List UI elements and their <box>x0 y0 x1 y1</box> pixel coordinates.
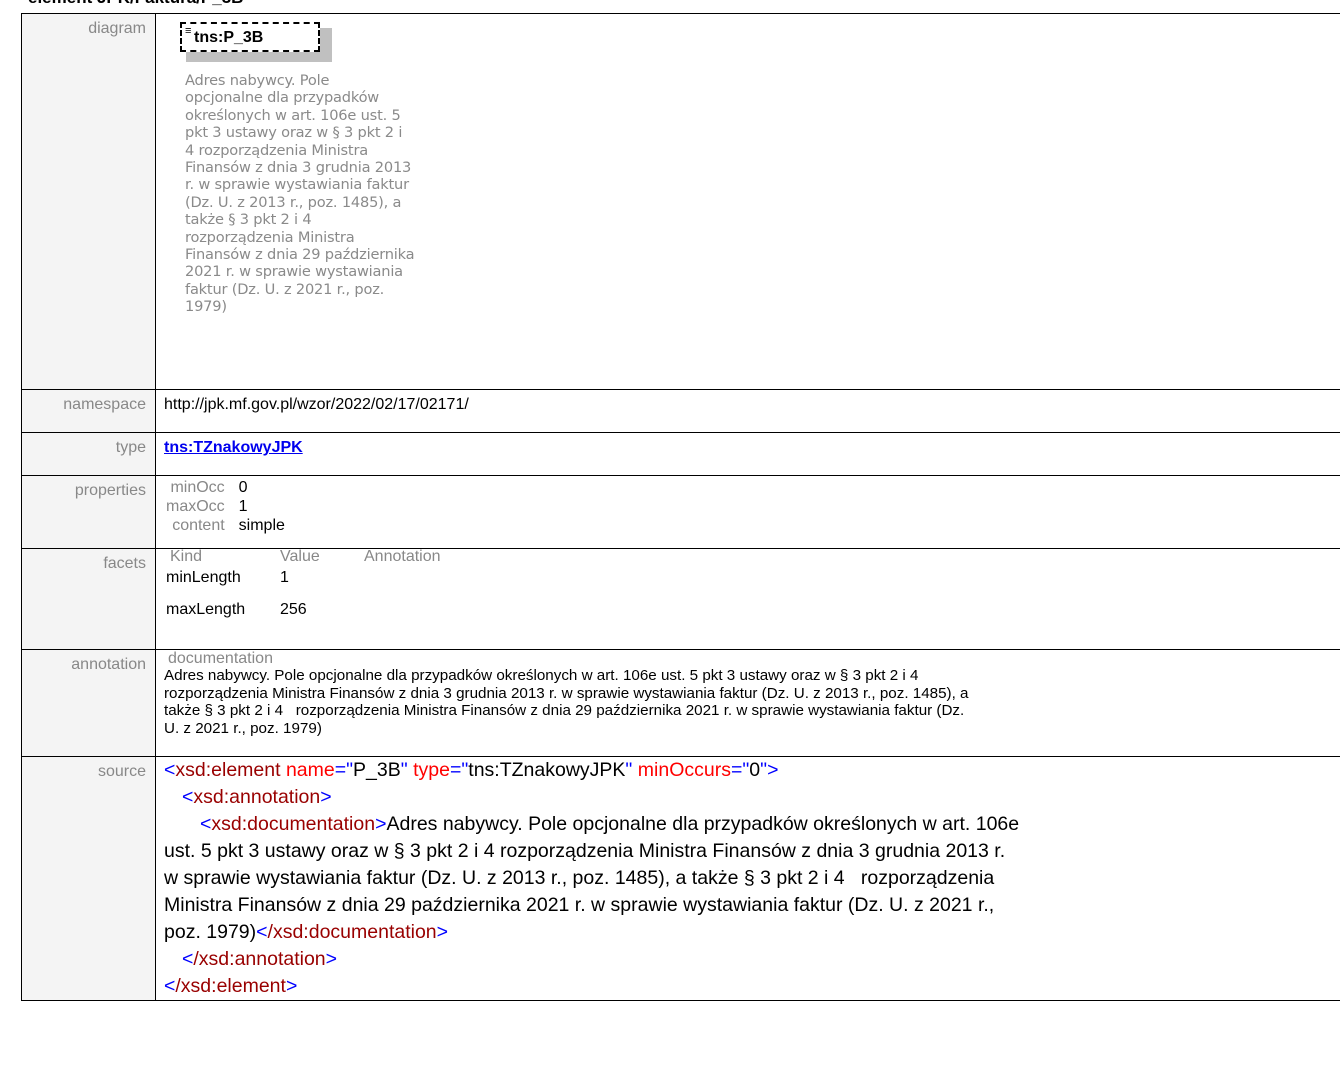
annotation-row: annotation documentation Adres nabywcy. … <box>21 649 1340 757</box>
source-line-element-open: <xsd:element name="P_3B" type="tns:TZnak… <box>164 759 779 781</box>
facets-table: Kind Value Annotation minLength 1 maxLen… <box>166 549 441 619</box>
source-documentation-block: <xsd:documentation>Adres nabywcy. Pole o… <box>164 811 1340 946</box>
diagram-doc-line: Adres nabywcy. Pole <box>185 72 330 89</box>
facet-row: minLength 1 <box>166 565 441 601</box>
source-cell: <xsd:element name="P_3B" type="tns:TZnak… <box>155 756 1340 1001</box>
source-line-annotation-open: <xsd:annotation> <box>182 786 332 808</box>
property-value: 0 <box>238 479 248 496</box>
page-heading: element JPK/Faktura/P_3B <box>28 0 243 8</box>
namespace-value: http://jpk.mf.gov.pl/wzor/2022/02/17/021… <box>164 396 469 413</box>
property-row: maxOcc 1 <box>166 497 285 516</box>
content-model-icon: ≡ <box>185 25 192 37</box>
property-value: simple <box>238 517 285 534</box>
annotation-label: annotation <box>21 649 156 757</box>
property-value: 1 <box>238 498 248 515</box>
diagram-doc-line: Finansów z dnia 3 grudnia 2013 <box>185 159 412 177</box>
property-name: content <box>172 517 225 534</box>
xml-tag: xsd:element <box>175 759 281 781</box>
source-doc-line: w sprawie wystawiania faktur (Dz. U. z 2… <box>164 867 995 889</box>
facet-value: 256 <box>280 601 307 618</box>
diagram-doc-line: także § 3 pkt 2 i 4 <box>185 211 312 229</box>
xml-tag: /xsd:element <box>175 975 286 997</box>
xml-attr: type <box>413 759 450 781</box>
xml-attr: name <box>285 759 335 781</box>
annotation-doc-line: także § 3 pkt 2 i 4 rozporządzenia Minis… <box>164 702 965 720</box>
xml-tag: xsd:documentation <box>211 813 376 835</box>
xml-value: tns:TZnakowyJPK <box>468 759 626 781</box>
diagram-doc-line: faktur (Dz. U. z 2021 r., poz. <box>185 280 385 298</box>
namespace-row: namespace http://jpk.mf.gov.pl/wzor/2022… <box>21 389 1340 433</box>
facet-header-kind: Kind <box>170 548 203 565</box>
type-label: type <box>21 432 156 476</box>
diagram-doc-line: rozporządzenia Ministra <box>185 228 355 246</box>
type-cell: tns:TZnakowyJPK <box>155 432 1340 476</box>
diagram-doc-line: 2021 r. w sprawie wystawiania <box>185 263 403 281</box>
diagram-doc-line: r. w sprawie wystawiania faktur <box>185 176 409 194</box>
source-row: source <xsd:element name="P_3B" type="tn… <box>21 756 1340 1001</box>
xml-tag: xsd:annotation <box>193 786 321 808</box>
diagram-doc-line: 1979) <box>185 298 227 316</box>
xml-tag: /xsd:annotation <box>193 948 326 970</box>
annotation-doc-line: rozporządzenia Ministra Finansów z dnia … <box>164 684 969 702</box>
facet-row: maxLength 256 <box>166 601 441 619</box>
annotation-doc-line: Adres nabywcy. Pole opcjonalne dla przyp… <box>164 667 919 684</box>
facet-header-value: Value <box>280 548 320 565</box>
diagram-row: diagram ≡ tns:P_3B Adres nabywcy. Pole o… <box>21 13 1340 390</box>
annotation-cell: documentation Adres nabywcy. Pole opcjon… <box>155 649 1340 757</box>
type-link[interactable]: tns:TZnakowyJPK <box>164 439 303 457</box>
diagram-doc-line: opcjonalne dla przypadków <box>185 89 380 107</box>
property-name: minOcc <box>170 479 225 496</box>
annotation-documentation: Adres nabywcy. Pole opcjonalne dla przyp… <box>164 667 1340 737</box>
element-box: ≡ tns:P_3B <box>180 22 320 52</box>
source-doc-line: Ministra Finansów z dnia 29 października… <box>164 894 995 916</box>
facets-row: facets Kind Value Annotation minLength 1… <box>21 548 1340 650</box>
diagram-documentation: Adres nabywcy. Pole opcjonalne dla przyp… <box>185 72 449 316</box>
diagram-doc-line: określonych w art. 106e ust. 5 <box>185 106 401 124</box>
diagram-label: diagram <box>21 13 156 390</box>
annotation-doc-line: U. z 2021 r., poz. 1979) <box>164 719 322 737</box>
source-doc-text: poz. 1979) <box>164 921 257 943</box>
diagram-doc-line: 4 rozporządzenia Ministra <box>185 141 368 159</box>
type-row: type tns:TZnakowyJPK <box>21 432 1340 476</box>
property-row: minOcc 0 <box>166 478 285 497</box>
facets-header-row: Kind Value Annotation <box>166 549 441 565</box>
properties-cell: minOcc 0 maxOcc 1 content simple <box>155 475 1340 549</box>
facets-label: facets <box>21 548 156 650</box>
properties-row: properties minOcc 0 maxOcc 1 content sim… <box>21 475 1340 549</box>
facet-annotation <box>364 565 441 601</box>
element-doc-table: diagram ≡ tns:P_3B Adres nabywcy. Pole o… <box>21 13 1340 1001</box>
annotation-heading: documentation <box>168 650 273 667</box>
xml-tag: /xsd:documentation <box>267 921 437 943</box>
source-doc-line: ust. 5 pkt 3 ustawy oraz w § 3 pkt 2 i 4… <box>164 840 1006 862</box>
xml-value: 0 <box>749 759 761 781</box>
diagram-doc-line: pkt 3 ustawy oraz w § 3 pkt 2 i <box>185 124 403 142</box>
diagram-doc-line: (Dz. U. z 2013 r., poz. 1485), a <box>185 193 402 211</box>
properties-table: minOcc 0 maxOcc 1 content simple <box>166 478 285 535</box>
facet-header-annotation: Annotation <box>364 548 441 565</box>
property-row: content simple <box>166 516 285 535</box>
diagram-cell: ≡ tns:P_3B Adres nabywcy. Pole opcjonaln… <box>155 13 1340 390</box>
facet-annotation <box>364 601 441 619</box>
xml-value: P_3B <box>353 759 401 781</box>
source-doc-text: Adres nabywcy. Pole opcjonalne dla przyp… <box>386 813 1020 835</box>
namespace-label: namespace <box>21 389 156 433</box>
xml-attr: minOccurs <box>637 759 731 781</box>
source-doc-line: poz. 1979)</xsd:documentation> <box>164 921 449 943</box>
element-diagram[interactable]: ≡ tns:P_3B <box>180 22 332 62</box>
source-line-element-close: </xsd:element> <box>164 975 298 997</box>
facet-kind: maxLength <box>166 601 246 618</box>
namespace-cell: http://jpk.mf.gov.pl/wzor/2022/02/17/021… <box>155 389 1340 433</box>
element-box-name: tns:P_3B <box>194 29 264 46</box>
properties-label: properties <box>21 475 156 549</box>
facet-value: 1 <box>280 569 289 586</box>
facets-cell: Kind Value Annotation minLength 1 maxLen… <box>155 548 1340 650</box>
property-name: maxOcc <box>166 498 225 515</box>
source-line-annotation-close: </xsd:annotation> <box>182 948 338 970</box>
diagram-doc-line: Finansów z dnia 29 października <box>185 246 415 264</box>
source-doc-line: <xsd:documentation>Adres nabywcy. Pole o… <box>200 813 1020 835</box>
facet-kind: minLength <box>166 569 241 586</box>
source-label: source <box>21 756 156 1001</box>
